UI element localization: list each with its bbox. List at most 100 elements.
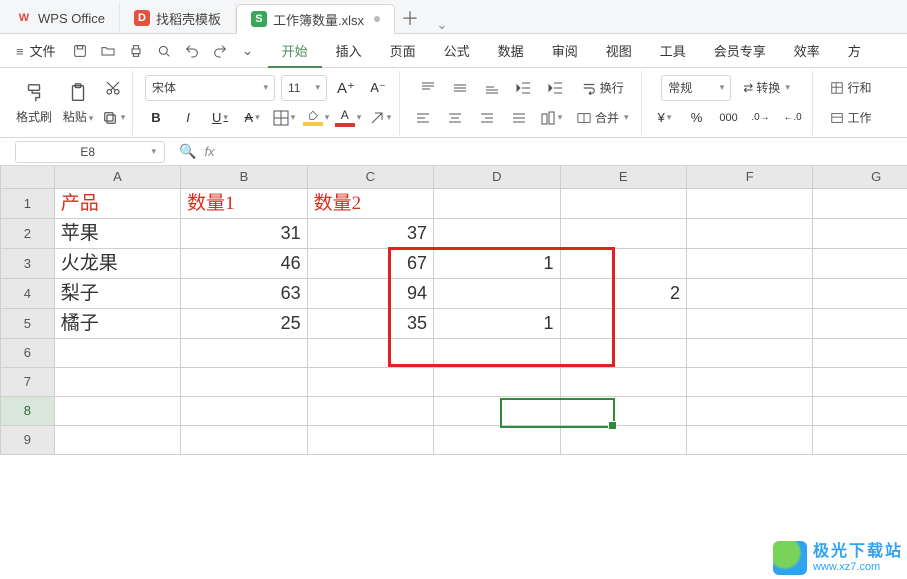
cell-D5[interactable]: 1 (434, 309, 559, 338)
cell-G7[interactable] (813, 367, 907, 396)
grid[interactable]: A B C D E F G 1 产品 数量1 数量2 2 苹果 31 37 3 … (0, 166, 907, 455)
cell-G5[interactable] (813, 308, 907, 338)
file-menu[interactable]: 文件 (6, 41, 66, 60)
cell-F4[interactable] (686, 278, 812, 308)
increase-indent-button[interactable] (543, 76, 569, 100)
tab-insert[interactable]: 插入 (322, 33, 376, 68)
cell-D4[interactable] (434, 278, 560, 308)
new-tab-button[interactable]: ＋ (395, 3, 425, 33)
select-all-corner[interactable] (1, 166, 55, 188)
cell-F2[interactable] (686, 218, 812, 248)
format-painter-button[interactable]: 格式刷 (12, 73, 56, 133)
font-size-select[interactable]: 11▾ (281, 75, 327, 101)
find-icon[interactable]: 🔍 (179, 143, 196, 160)
cell-E1[interactable] (560, 188, 686, 218)
tab-formula[interactable]: 公式 (430, 33, 484, 68)
cell-E7[interactable] (560, 367, 686, 396)
redo-button[interactable] (206, 37, 234, 65)
align-top-button[interactable] (415, 76, 441, 100)
cell-B2[interactable]: 31 (181, 219, 306, 248)
app-tab-workbook[interactable]: S 工作簿数量.xlsx (236, 4, 395, 34)
cell-B3[interactable]: 46 (181, 249, 306, 278)
cell-C7[interactable] (307, 367, 433, 396)
cell-D1[interactable] (434, 188, 560, 218)
tab-data[interactable]: 数据 (484, 33, 538, 68)
underline-button[interactable]: U▾ (207, 106, 233, 130)
increase-decimal-button[interactable]: .0→ (748, 106, 774, 130)
cell-F8[interactable] (686, 396, 812, 425)
font-color-button[interactable]: A▾ (335, 106, 361, 130)
cell-A7[interactable] (54, 367, 180, 396)
tab-start[interactable]: 开始 (268, 33, 322, 68)
cell-G9[interactable] (813, 425, 907, 454)
cell-G6[interactable] (813, 338, 907, 367)
align-right-button[interactable] (474, 106, 500, 130)
cell-D2[interactable] (434, 218, 560, 248)
align-bottom-button[interactable] (479, 76, 505, 100)
row-header[interactable]: 7 (1, 367, 55, 396)
row-header[interactable]: 2 (1, 218, 55, 248)
cell-D6[interactable] (434, 338, 560, 367)
row-header[interactable]: 5 (1, 308, 55, 338)
spreadsheet[interactable]: A B C D E F G 1 产品 数量1 数量2 2 苹果 31 37 3 … (0, 166, 907, 579)
col-header-E[interactable]: E (560, 166, 686, 188)
copy-button[interactable]: ▾ (100, 106, 126, 130)
tab-page[interactable]: 页面 (376, 33, 430, 68)
cell-G1[interactable] (813, 188, 907, 218)
row-header[interactable]: 8 (1, 396, 55, 425)
align-left-button[interactable] (410, 106, 436, 130)
cell-C6[interactable] (307, 338, 433, 367)
cell-B5[interactable]: 25 (181, 309, 306, 338)
justify-button[interactable] (506, 106, 532, 130)
cell-C1[interactable]: 数量2 (308, 189, 433, 218)
italic-button[interactable]: I (175, 106, 201, 130)
align-center-button[interactable] (442, 106, 468, 130)
cell-B8[interactable] (181, 396, 307, 425)
tab-overflow-button[interactable]: ⌄ (429, 17, 455, 33)
cell-E8[interactable] (560, 396, 686, 425)
print-button[interactable] (122, 37, 150, 65)
cell-F1[interactable] (686, 188, 812, 218)
formula-input[interactable] (223, 141, 723, 163)
cell-E6[interactable] (560, 338, 686, 367)
cell-A3[interactable]: 火龙果 (55, 249, 180, 278)
cell-C3[interactable]: 67 (308, 249, 433, 278)
cell-B9[interactable] (181, 425, 307, 454)
cell-E3[interactable] (560, 248, 686, 278)
percent-button[interactable]: % (684, 106, 710, 130)
font-name-select[interactable]: 宋体▾ (145, 75, 275, 101)
cell-C9[interactable] (307, 425, 433, 454)
col-header-F[interactable]: F (686, 166, 812, 188)
cell-B4[interactable]: 63 (181, 279, 306, 308)
cell-A5[interactable]: 橘子 (55, 309, 180, 338)
wrap-text-button[interactable]: 换行 (575, 75, 630, 101)
column-headers[interactable]: A B C D E F G (1, 166, 907, 188)
cell-G2[interactable] (813, 218, 907, 248)
bold-button[interactable]: B (143, 106, 169, 130)
cell-E2[interactable] (560, 218, 686, 248)
cell-B6[interactable] (181, 338, 307, 367)
cell-F5[interactable] (686, 308, 812, 338)
cell-G8[interactable] (813, 396, 907, 425)
cell-C4[interactable]: 94 (308, 279, 433, 308)
cell-A9[interactable] (54, 425, 180, 454)
comma-style-button[interactable]: 000 (716, 106, 742, 130)
cell-D9[interactable] (434, 425, 560, 454)
app-tab-templates[interactable]: D 找稻壳模板 (120, 3, 236, 33)
row-header[interactable]: 9 (1, 425, 55, 454)
cell-E5[interactable] (560, 308, 686, 338)
cell-E9[interactable] (560, 425, 686, 454)
worksheet-button[interactable]: 工作 (823, 105, 878, 131)
cell-F6[interactable] (686, 338, 812, 367)
open-button[interactable] (94, 37, 122, 65)
cut-button[interactable] (100, 76, 126, 100)
cell-D8[interactable] (434, 396, 560, 425)
orientation-button[interactable]: ▾ (538, 106, 564, 130)
decrease-decimal-button[interactable]: ←.0 (780, 106, 806, 130)
strike-button[interactable]: A▾ (239, 106, 265, 130)
col-header-A[interactable]: A (54, 166, 180, 188)
name-box[interactable]: E8 ▾ (15, 141, 165, 163)
tab-review[interactable]: 审阅 (538, 33, 592, 68)
preview-button[interactable] (150, 37, 178, 65)
cell-G4[interactable] (813, 278, 907, 308)
